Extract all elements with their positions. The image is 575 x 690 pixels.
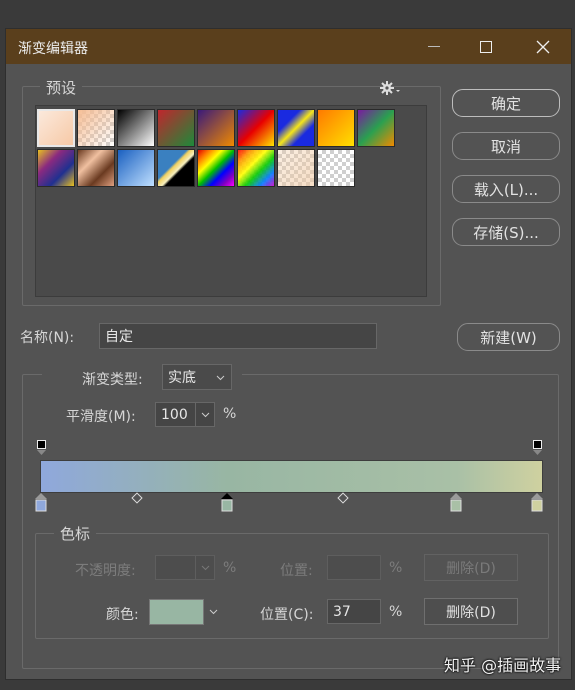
preset-swatch[interactable] <box>117 109 155 147</box>
window-title: 渐变编辑器 <box>18 41 88 57</box>
presets-legend: 预设 <box>40 77 83 98</box>
gradient-type-select[interactable]: 实底 <box>162 364 232 390</box>
maximize-icon <box>480 40 492 53</box>
chevron-down-icon <box>201 565 209 570</box>
chevron-down-icon <box>209 609 218 615</box>
chevron-down-icon <box>216 375 225 381</box>
close-icon <box>536 40 550 53</box>
opacity-location-label: 位置: <box>280 563 313 579</box>
preset-swatch-grid <box>35 105 427 297</box>
opacity-stop-pointer <box>37 450 46 455</box>
preset-swatch[interactable] <box>317 109 355 147</box>
gradient-type-label: 渐变类型: <box>82 372 143 388</box>
preset-swatch[interactable] <box>237 109 275 147</box>
smoothness-label: 平滑度(M): <box>66 409 136 425</box>
preset-swatch[interactable] <box>237 149 275 187</box>
name-label: 名称(N): <box>20 330 75 346</box>
color-location-unit: % <box>389 604 403 620</box>
save-button[interactable]: 存储(S)... <box>452 218 560 246</box>
close-button[interactable] <box>519 29 567 64</box>
color-stop[interactable] <box>450 493 462 517</box>
opacity-dropdown <box>195 556 214 579</box>
smoothness-dropdown[interactable] <box>195 403 214 426</box>
maximize-button[interactable] <box>462 29 510 64</box>
preset-swatch[interactable] <box>37 109 75 147</box>
title-bar[interactable]: 渐变编辑器 <box>6 29 571 64</box>
color-stop[interactable] <box>35 493 47 517</box>
opacity-location-unit: % <box>389 560 403 576</box>
preset-swatch[interactable] <box>277 109 315 147</box>
delete-opacity-stop-button: 删除(D) <box>424 554 518 581</box>
cancel-button[interactable]: 取消 <box>452 132 560 160</box>
color-location-input[interactable]: 37 <box>327 599 381 624</box>
preset-swatch[interactable] <box>77 149 115 187</box>
smoothness-unit: % <box>223 406 237 422</box>
opacity-stop-pointer <box>533 450 542 455</box>
ok-button[interactable]: 确定 <box>452 89 560 117</box>
preset-swatch[interactable] <box>197 149 235 187</box>
name-input[interactable]: 自定 <box>99 323 377 349</box>
presets-menu-button[interactable] <box>379 80 401 96</box>
preset-swatch[interactable] <box>157 149 195 187</box>
gear-icon <box>380 81 400 95</box>
color-stop[interactable] <box>531 493 543 517</box>
color-stop-selected[interactable] <box>221 493 233 517</box>
opacity-stop[interactable] <box>533 440 542 449</box>
stops-legend: 色标 <box>54 523 97 544</box>
preset-swatch[interactable] <box>37 149 75 187</box>
gradient-editor-window: 渐变编辑器 预设 确定 取消 载入(L)... 存储(S)... 名称(N): … <box>5 28 572 680</box>
preset-swatch[interactable] <box>317 149 355 187</box>
preset-swatch[interactable] <box>197 109 235 147</box>
opacity-unit: % <box>223 560 237 576</box>
preset-swatch[interactable] <box>277 149 315 187</box>
color-swatch[interactable] <box>149 599 204 625</box>
delete-color-stop-button[interactable]: 删除(D) <box>424 598 518 625</box>
minimize-button[interactable] <box>410 29 458 64</box>
new-button[interactable]: 新建(W) <box>457 323 560 351</box>
chevron-down-icon <box>201 412 209 417</box>
color-location-label: 位置(C): <box>260 607 314 623</box>
load-button[interactable]: 载入(L)... <box>452 175 560 203</box>
preset-swatch[interactable] <box>357 109 395 147</box>
gradient-type-row: 渐变类型: 实底 <box>42 363 242 391</box>
preset-swatch[interactable] <box>77 109 115 147</box>
gradient-type-value: 实底 <box>168 370 196 386</box>
gradient-preview-bar[interactable] <box>40 460 543 493</box>
opacity-stop[interactable] <box>37 440 46 449</box>
watermark: 知乎 @插画故事 <box>444 656 562 675</box>
preset-swatch[interactable] <box>157 109 195 147</box>
opacity-label: 不透明度: <box>75 563 136 579</box>
opacity-location-input <box>327 555 381 580</box>
opacity-input <box>155 555 215 580</box>
color-label: 颜色: <box>106 607 139 623</box>
smoothness-input[interactable]: 100 <box>155 402 215 427</box>
preset-swatch[interactable] <box>117 149 155 187</box>
minimize-icon <box>428 45 440 47</box>
smoothness-value: 100 <box>161 406 188 423</box>
